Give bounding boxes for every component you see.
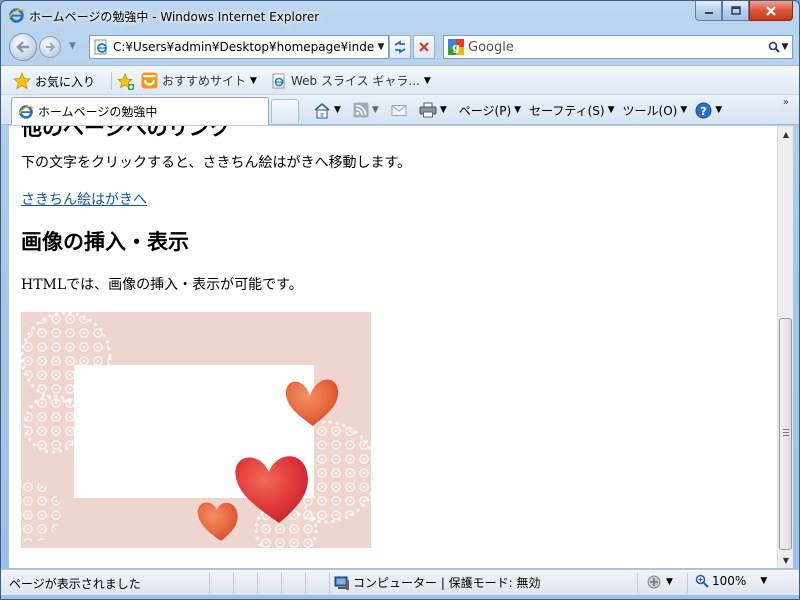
- vertical-scrollbar[interactable]: ▲ ▼: [777, 126, 793, 568]
- address-dropdown-icon[interactable]: ▼: [374, 42, 388, 52]
- minimize-button[interactable]: [695, 1, 722, 21]
- search-button[interactable]: ▼: [764, 41, 792, 53]
- tab-ie-icon: [18, 104, 34, 119]
- close-button[interactable]: [749, 1, 793, 21]
- link-section-heading: 他のページへのリンク: [21, 126, 231, 140]
- zoom-magnifier-icon: [695, 574, 709, 588]
- mail-button[interactable]: [391, 104, 407, 117]
- heart-postcard-image: [21, 312, 371, 548]
- safety-menu-dropdown-icon: ▼: [607, 105, 615, 115]
- search-input[interactable]: Google: [468, 40, 764, 55]
- window-title: ホームページの勉強中 - Windows Internet Explorer: [29, 10, 320, 24]
- security-zone[interactable]: コンピューター | 保護モード: 無効: [334, 574, 541, 591]
- print-button[interactable]: ▼: [419, 102, 447, 118]
- suggested-sites-button[interactable]: おすすめサイト ▼: [141, 72, 257, 89]
- web-slice-icon: [272, 73, 285, 88]
- image-section-heading: 画像の挿入・表示: [21, 230, 189, 254]
- svg-text:?: ?: [701, 105, 707, 118]
- favorites-label: お気に入り: [35, 74, 96, 89]
- addons-icon: [647, 575, 661, 589]
- web-slice-gallery-button[interactable]: Web スライス ギャラ... ▼: [271, 72, 431, 89]
- feeds-dropdown-icon: ▼: [371, 105, 379, 115]
- maximize-button[interactable]: [722, 1, 749, 21]
- search-bar[interactable]: g Google ▼: [443, 35, 793, 59]
- refresh-icon: [394, 40, 406, 54]
- add-favorite-icon: [117, 72, 134, 90]
- printer-icon: [419, 102, 437, 118]
- scroll-up-arrow-icon[interactable]: ▲: [778, 126, 794, 142]
- status-text: ページが表示されました: [9, 577, 141, 591]
- zone-label: コンピューター | 保護モード: 無効: [353, 576, 541, 590]
- magnifier-icon: [768, 41, 780, 53]
- page-content: 他のページへのリンク 下の文字をクリックすると、さきちん絵はがきへ移動します。 …: [9, 126, 777, 568]
- stop-icon: [419, 42, 429, 52]
- star-icon: [13, 72, 31, 90]
- computer-icon: [334, 576, 349, 590]
- favorites-button[interactable]: お気に入り: [13, 72, 95, 90]
- help-icon: ?: [695, 102, 712, 118]
- zoom-control[interactable]: 100% ▼: [695, 574, 767, 588]
- new-tab-button[interactable]: [271, 99, 299, 123]
- web-slice-label: Web スライス ギャラ...: [291, 74, 420, 88]
- minimize-icon: [704, 11, 713, 14]
- home-icon: [314, 102, 330, 118]
- stop-button[interactable]: [413, 35, 435, 59]
- suggested-sites-label: おすすめサイト: [162, 74, 247, 88]
- tools-menu-label: ツール(O): [622, 103, 678, 118]
- safety-menu-label: セーフティ(S): [529, 103, 605, 118]
- back-arrow-icon: [16, 41, 29, 53]
- link-description: 下の文字をクリックすると、さきちん絵はがきへ移動します。: [21, 155, 412, 171]
- postcard-site-link[interactable]: さきちん絵はがきへ: [21, 189, 147, 209]
- svg-text:g: g: [452, 41, 460, 54]
- addons-dropdown-icon: ▼: [666, 577, 673, 587]
- tools-menu[interactable]: ツール(O) ▼: [623, 102, 688, 119]
- tools-menu-dropdown-icon: ▼: [680, 105, 688, 115]
- tab-current-page[interactable]: ホームページの勉強中: [11, 97, 269, 125]
- toolbar-overflow-chevron-icon[interactable]: »: [783, 97, 789, 108]
- suggested-sites-dropdown-icon: ▼: [250, 75, 257, 86]
- mail-icon: [391, 104, 407, 116]
- zoom-level: 100%: [712, 574, 747, 588]
- suggested-sites-icon: [141, 72, 158, 89]
- page-menu[interactable]: ページ(P) ▼: [459, 102, 521, 119]
- home-dropdown-icon: ▼: [334, 105, 341, 115]
- safety-menu[interactable]: セーフティ(S) ▼: [529, 102, 614, 119]
- manage-addons-button[interactable]: ▼: [646, 574, 673, 590]
- address-input[interactable]: C:¥Users¥admin¥Desktop¥homepage¥inde: [113, 40, 374, 54]
- print-dropdown-icon: ▼: [439, 105, 447, 115]
- close-icon: [766, 5, 776, 16]
- favorites-bar: お気に入り おすすめサイト ▼ Web スライス ギャラ... ▼: [1, 65, 799, 95]
- page-icon: [94, 39, 107, 55]
- zoom-dropdown-icon: ▼: [760, 576, 768, 586]
- tab-label: ホームページの勉強中: [38, 105, 158, 119]
- search-dropdown-icon[interactable]: ▼: [782, 42, 789, 52]
- rss-icon: [353, 102, 369, 118]
- history-dropdown[interactable]: ▼: [69, 41, 76, 51]
- scroll-down-arrow-icon[interactable]: ▼: [778, 552, 794, 568]
- forward-button[interactable]: [39, 36, 61, 58]
- forward-arrow-icon: [45, 42, 55, 52]
- favorites-separator: [111, 72, 112, 90]
- page-menu-dropdown-icon: ▼: [514, 105, 522, 115]
- refresh-button[interactable]: [389, 35, 411, 59]
- feeds-button[interactable]: ▼: [353, 102, 379, 118]
- title-bar[interactable]: ホームページの勉強中 - Windows Internet Explorer: [1, 1, 799, 31]
- address-toolbar: ▼ C:¥Users¥admin¥Desktop¥homepage¥inde ▼…: [1, 31, 799, 63]
- add-favorite-button[interactable]: [117, 72, 135, 93]
- address-bar[interactable]: C:¥Users¥admin¥Desktop¥homepage¥inde ▼: [89, 35, 389, 59]
- web-slice-dropdown-icon: ▼: [423, 75, 431, 86]
- scrollbar-thumb[interactable]: [779, 318, 792, 550]
- tab-command-bar: ホームページの勉強中 ▼ ▼ ▼ ページ(P) ▼ セーフティ(S) ▼ ツール…: [1, 95, 799, 125]
- ie-window: ホームページの勉強中 - Windows Internet Explorer ▼: [0, 0, 800, 600]
- status-bar: ページが表示されました コンピューター | 保護モード: 無効 ▼ 100% ▼: [1, 569, 799, 595]
- image-description: HTMLでは、画像の挿入・表示が可能です。: [21, 277, 303, 293]
- home-button[interactable]: ▼: [313, 102, 341, 119]
- page-menu-label: ページ(P): [458, 103, 512, 118]
- back-button[interactable]: [9, 33, 37, 61]
- maximize-icon: [730, 6, 741, 15]
- help-button[interactable]: ? ▼: [695, 102, 722, 119]
- help-dropdown-icon: ▼: [715, 105, 723, 115]
- google-icon: g: [448, 39, 464, 55]
- ie-logo-icon: [8, 8, 25, 23]
